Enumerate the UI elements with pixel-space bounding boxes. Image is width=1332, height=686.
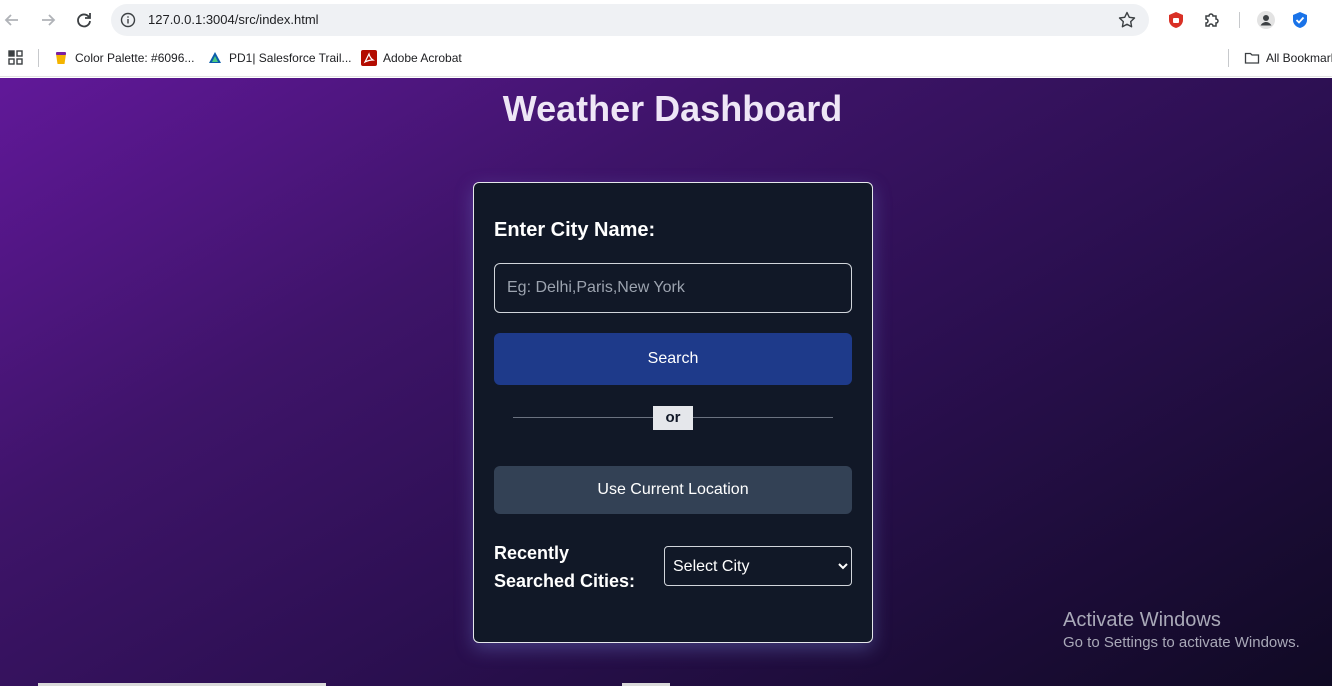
bookmarks-bar: Color Palette: #6096... PD1| Salesforce …	[0, 40, 1332, 77]
trailhead-favicon	[207, 50, 223, 66]
profile-avatar-icon[interactable]	[1255, 9, 1277, 31]
page-title: Weather Dashboard	[502, 88, 843, 129]
extension-shield-icon[interactable]	[1165, 9, 1187, 31]
browser-toolbar: 127.0.0.1:3004/src/index.html	[0, 0, 1332, 40]
back-icon[interactable]	[0, 8, 24, 32]
acrobat-favicon	[361, 50, 377, 66]
folder-icon	[1244, 50, 1260, 66]
security-extension-icon[interactable]	[1289, 9, 1311, 31]
bookmark-label: PD1| Salesforce Trail...	[229, 51, 352, 65]
bookmarks-divider	[38, 49, 39, 67]
city-name-label: Enter City Name:	[494, 219, 656, 241]
site-info-icon[interactable]	[120, 12, 136, 28]
bookmark-color-palette[interactable]: Color Palette: #6096...	[53, 49, 194, 67]
recent-cities-select[interactable]: Select City	[664, 546, 852, 586]
page-viewport: Weather Dashboard Enter City Name: Searc…	[0, 78, 1332, 686]
search-card: Enter City Name: Search or Use Current L…	[473, 182, 873, 643]
watermark-subtitle: Go to Settings to activate Windows.	[1063, 634, 1300, 651]
all-bookmarks-label: All Bookmarks	[1266, 51, 1332, 65]
extensions-puzzle-icon[interactable]	[1201, 9, 1223, 31]
activate-windows-watermark: Activate Windows Go to Settings to activ…	[1063, 608, 1300, 654]
reload-icon[interactable]	[72, 8, 96, 32]
search-button[interactable]: Search	[494, 333, 852, 385]
bookmark-label: Color Palette: #6096...	[75, 51, 195, 65]
recent-cities-label: Recently Searched Cities:	[494, 543, 636, 591]
forward-icon[interactable]	[36, 8, 60, 32]
bookmark-salesforce-trailhead[interactable]: PD1| Salesforce Trail...	[207, 49, 352, 67]
bookmark-adobe-acrobat[interactable]: Adobe Acrobat	[361, 49, 462, 67]
apps-grid-icon[interactable]	[8, 49, 24, 67]
address-url[interactable]: 127.0.0.1:3004/src/index.html	[148, 12, 319, 28]
toolbar-divider	[1239, 12, 1240, 28]
palette-favicon	[53, 50, 69, 66]
all-bookmarks-folder[interactable]: All Bookmarks	[1244, 49, 1332, 67]
city-name-input[interactable]	[494, 263, 852, 313]
bookmark-star-icon[interactable]	[1117, 10, 1137, 30]
or-divider-label: or	[653, 406, 693, 430]
bookmark-label: Adobe Acrobat	[383, 51, 462, 65]
use-current-location-button[interactable]: Use Current Location	[494, 466, 852, 514]
bookmarks-divider	[1228, 49, 1229, 67]
watermark-title: Activate Windows	[1063, 609, 1221, 631]
address-bar[interactable]: 127.0.0.1:3004/src/index.html	[111, 4, 1149, 36]
